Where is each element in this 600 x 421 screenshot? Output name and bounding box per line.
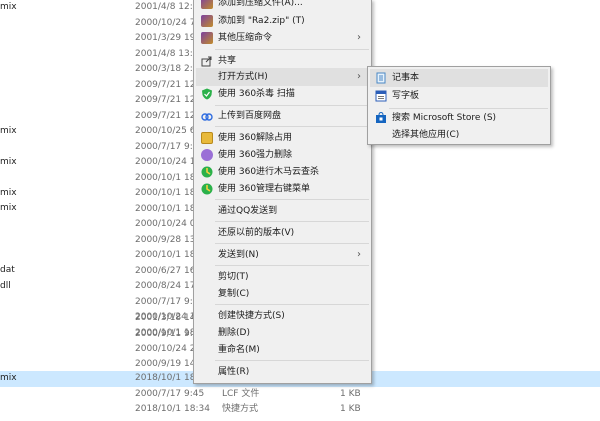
modified-date: 2000/7/17 9:45 — [135, 388, 205, 399]
context-menu: 添加到压缩文件(A)... 添加到 "Ra2.zip" (T) 其他压缩命令 ›… — [193, 0, 372, 384]
modified-date: 2001/3/18 14 — [135, 313, 196, 323]
modified-date: 2000/10/24 1 — [135, 157, 196, 167]
modified-date: 2000/10/24 2 — [135, 344, 196, 354]
menu-separator — [215, 126, 369, 127]
wordpad-icon — [375, 90, 387, 102]
modified-date: 2001/3/29 19 — [135, 33, 196, 43]
menu-item-create-shortcut[interactable]: 创建快捷方式(S) — [196, 307, 369, 325]
modified-date: 2009/7/21 12 — [135, 95, 196, 105]
archive-icon — [201, 32, 213, 44]
file-size: 1 KB — [340, 388, 361, 399]
menu-item-copy[interactable]: 复制(C) — [196, 285, 369, 303]
modified-date: 2000/10/1 18 — [135, 188, 196, 198]
chevron-right-icon: › — [357, 32, 361, 43]
menu-separator — [215, 243, 369, 244]
menu-item-360-unlock[interactable]: 使用 360解除占用 — [196, 129, 369, 147]
menu-separator — [215, 199, 369, 200]
modified-date: 2001/4/8 12: — [135, 2, 193, 12]
modified-date: 2018/10/1 18 — [135, 373, 196, 383]
modified-date: 2000/10/24 7 — [135, 17, 196, 28]
modified-date: 2018/10/1 18:34 — [135, 404, 210, 414]
modified-date: 2000/3/18 2: — [135, 64, 193, 74]
modified-date: 2009/7/21 12 — [135, 110, 196, 121]
modified-date: 2000/10/24 0 — [135, 219, 196, 229]
file-size: 1 KB — [340, 404, 361, 414]
folder-360-icon — [201, 132, 213, 144]
modified-date: 2000/10/1 18 — [135, 203, 196, 214]
file-name-fragment: mix — [0, 373, 17, 383]
store-icon — [375, 111, 387, 124]
modified-date: 2000/9/11 9: — [135, 328, 193, 339]
archive-icon — [201, 0, 213, 9]
modified-date: 2001/4/8 13: — [135, 48, 193, 59]
menu-item-properties[interactable]: 属性(R) — [196, 363, 369, 381]
menu-item-360-force-delete[interactable]: 使用 360强力删除 — [196, 146, 369, 164]
menu-separator — [215, 105, 369, 106]
scan-360-icon — [201, 166, 213, 178]
file-type: 快捷方式 — [222, 404, 259, 414]
menu-item-restore-versions[interactable]: 还原以前的版本(V) — [196, 224, 369, 242]
menu-item-choose-other-app[interactable]: 选择其他应用(C) — [370, 126, 548, 144]
modified-date: 2000/10/1 18 — [135, 172, 196, 183]
menu-item-open-with[interactable]: 打开方式(H) › — [196, 68, 369, 86]
file-type: LCF 文件 — [222, 388, 260, 399]
menu-item-notepad[interactable]: 记事本 — [370, 69, 548, 87]
baidu-cloud-icon — [201, 110, 213, 122]
menu-item-delete[interactable]: 删除(D) — [196, 324, 369, 342]
modified-date: 2000/10/25 6 — [135, 126, 196, 136]
open-with-submenu: 记事本 写字板 搜索 Microsoft Store (S) 选择其他应用(C) — [367, 66, 551, 145]
menu-item-cut[interactable]: 剪切(T) — [196, 268, 369, 286]
menu-separator — [215, 304, 369, 305]
modified-date: 2000/9/28 13 — [135, 234, 196, 245]
menu-item-send-via-qq[interactable]: 通过QQ发送到 — [196, 202, 369, 220]
modified-date: 2000/6/27 16 — [135, 265, 196, 276]
menu-item-send-to[interactable]: 发送到(N) › — [196, 246, 369, 264]
menu-separator — [215, 221, 369, 222]
chevron-right-icon: › — [357, 249, 361, 260]
menu-separator — [215, 265, 369, 266]
notepad-icon — [375, 72, 387, 84]
scan-360-icon — [201, 183, 213, 195]
menu-item-search-store[interactable]: 搜索 Microsoft Store (S) — [370, 109, 548, 127]
menu-separator — [215, 49, 369, 50]
table-row[interactable]: 2000/7/17 9:45 LCF 文件 1 KB — [0, 387, 600, 403]
archive-icon — [201, 15, 213, 27]
shield-360-icon — [201, 88, 213, 100]
modified-date: 2000/7/17 9: — [135, 141, 193, 152]
modified-date: 2000/7/17 9: — [135, 296, 193, 307]
menu-item-360-scan[interactable]: 使用 360杀毒 扫描 — [196, 85, 369, 103]
menu-item-add-to-zip[interactable]: 添加到 "Ra2.zip" (T) — [196, 12, 369, 30]
menu-item-baidu-upload[interactable]: 上传到百度网盘 — [196, 107, 369, 125]
menu-item-rename[interactable]: 重命名(M) — [196, 341, 369, 359]
menu-item-360-trojan-scan[interactable]: 使用 360进行木马云查杀 — [196, 163, 369, 181]
share-icon — [201, 55, 213, 67]
chevron-right-icon: › — [357, 71, 361, 82]
menu-item-360-manage-menu[interactable]: 使用 360管理右键菜单 — [196, 180, 369, 198]
menu-item-add-to-archive[interactable]: 添加到压缩文件(A)... — [196, 0, 369, 12]
delete-360-icon — [201, 149, 213, 161]
menu-item-wordpad[interactable]: 写字板 — [370, 87, 548, 105]
menu-separator — [215, 360, 369, 361]
modified-date: 2000/10/1 18 — [135, 250, 196, 260]
modified-date: 2009/7/21 12 — [135, 79, 196, 90]
modified-date: 2000/8/24 17 — [135, 281, 196, 291]
table-row[interactable]: 2018/10/1 18:34 快捷方式 1 KB — [0, 402, 600, 418]
menu-item-other-compress[interactable]: 其他压缩命令 › — [196, 29, 369, 47]
